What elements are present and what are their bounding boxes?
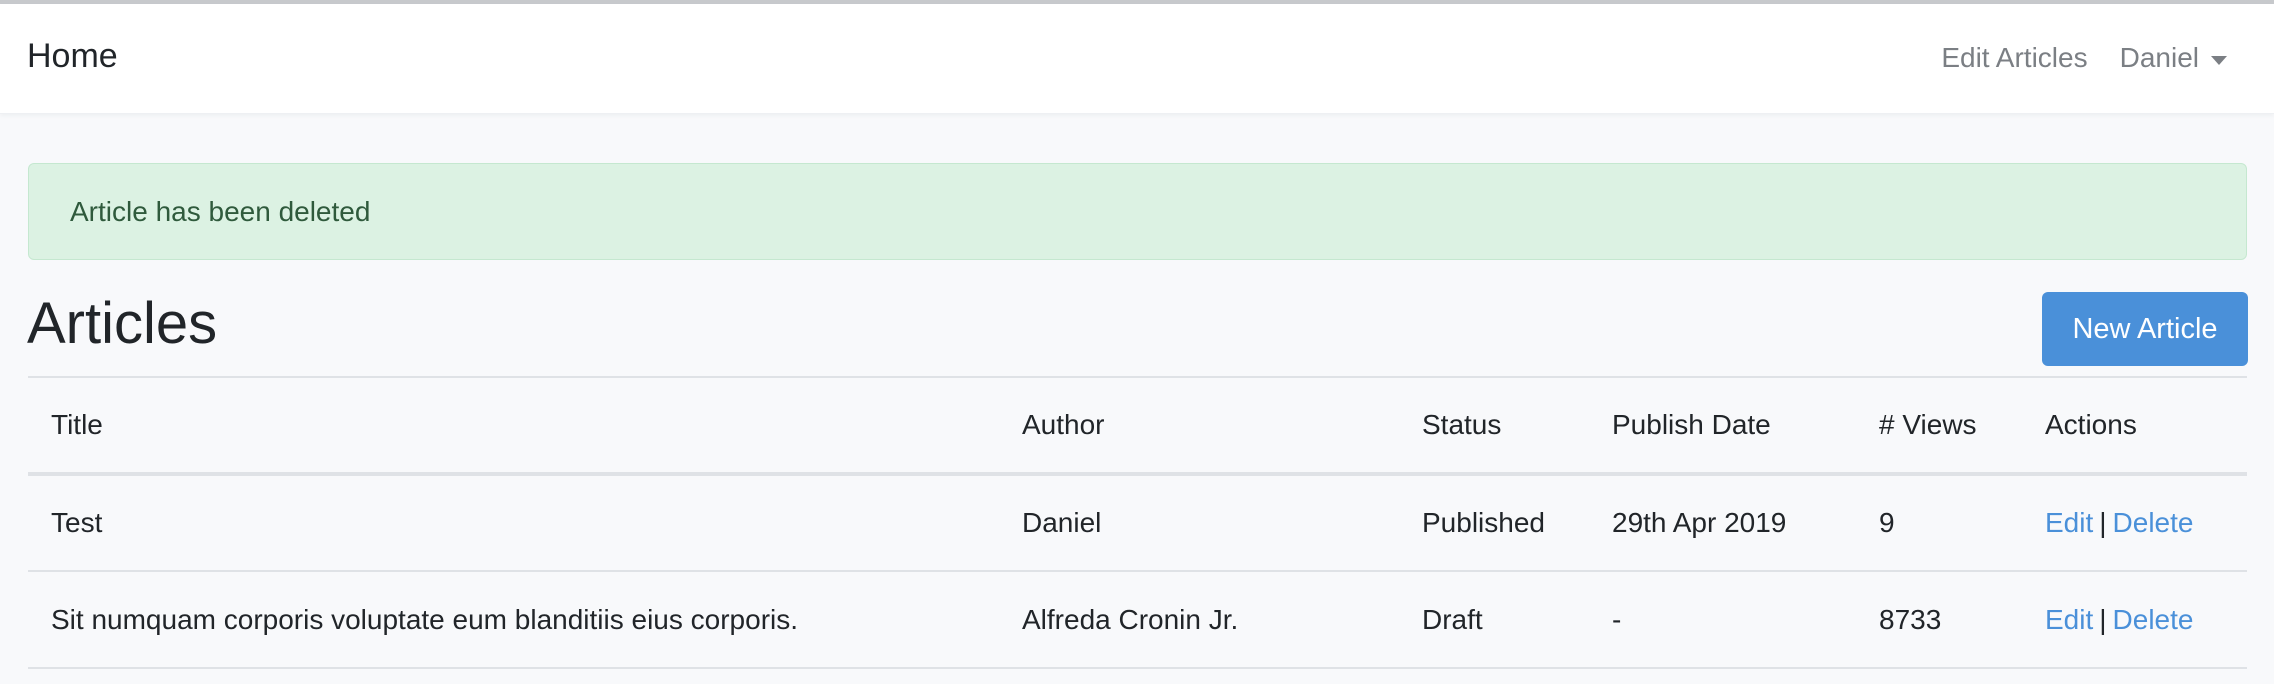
cell-status: Published <box>1422 507 1545 538</box>
header-actions: Actions <box>2045 409 2137 440</box>
table-header-row: Title Author Status Publish Date # Views… <box>28 377 2247 474</box>
nav-edit-articles-link[interactable]: Edit Articles <box>1941 42 2087 74</box>
header-publish-date: Publish Date <box>1612 409 1771 440</box>
cell-status: Draft <box>1422 603 1483 635</box>
navbar: Home Edit Articles Daniel <box>0 4 2274 114</box>
alert-message: Article has been deleted <box>70 195 371 227</box>
new-article-button[interactable]: New Article <box>2042 292 2248 366</box>
caret-down-icon <box>2211 55 2227 65</box>
edit-link[interactable]: Edit <box>2045 604 2093 635</box>
success-alert: Article has been deleted <box>28 163 2247 260</box>
cell-title: Test <box>51 507 103 538</box>
nav-right: Edit Articles Daniel <box>1941 42 2227 74</box>
header-title: Title <box>51 409 103 440</box>
action-separator: | <box>2099 507 2107 538</box>
table-row: Sit numquam corporis voluptate eum bland… <box>28 571 2247 668</box>
delete-link[interactable]: Delete <box>2113 507 2194 538</box>
cell-views: 9 <box>1879 507 1895 538</box>
cell-author: Daniel <box>1022 507 1102 538</box>
header-author: Author <box>1022 409 1105 440</box>
delete-link[interactable]: Delete <box>2113 604 2194 635</box>
cell-title: Sit numquam corporis voluptate eum bland… <box>51 603 799 635</box>
cell-views: 8733 <box>1879 603 1942 635</box>
cell-author: Alfreda Cronin Jr. <box>1022 603 1239 635</box>
action-separator: | <box>2099 603 2107 635</box>
user-dropdown-label: Daniel <box>2119 42 2199 73</box>
page-title: Articles <box>27 291 218 356</box>
cell-actions: Edit | Delete <box>2022 474 2247 571</box>
cell-publish-date: - <box>1612 603 1622 635</box>
user-dropdown[interactable]: Daniel <box>2120 42 2227 74</box>
cell-publish-date: 29th Apr 2019 <box>1612 507 1787 538</box>
cell-actions: Edit | Delete <box>2022 571 2247 668</box>
articles-table: Title Author Status Publish Date # Views… <box>28 376 2247 669</box>
brand-home-link[interactable]: Home <box>27 37 118 76</box>
header-status: Status <box>1422 409 1502 440</box>
table-row: Test Daniel Published 29th Apr 2019 9 Ed… <box>28 474 2247 571</box>
header-views: # Views <box>1879 409 1977 440</box>
edit-link[interactable]: Edit <box>2045 507 2093 538</box>
